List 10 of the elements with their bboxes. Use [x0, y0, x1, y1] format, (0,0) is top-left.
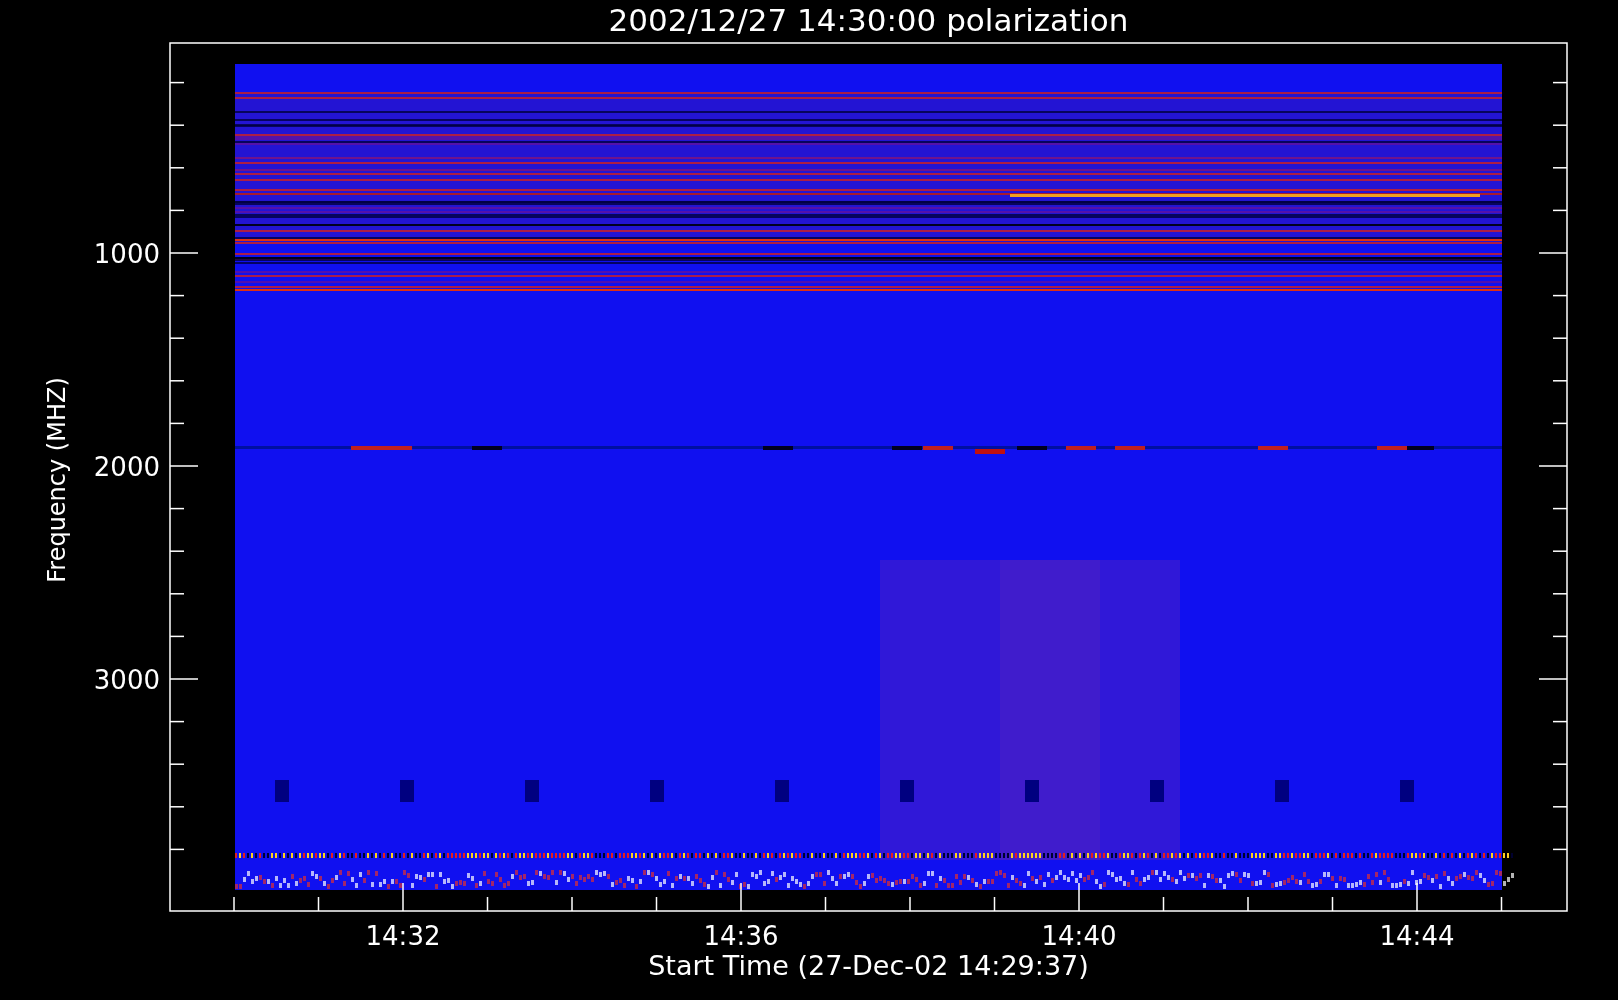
x-tick-label: 14:44	[1379, 921, 1455, 951]
y-tick-label: 2000	[93, 452, 160, 482]
y-tick-label: 1000	[93, 239, 160, 269]
x-tick-label: 14:36	[703, 921, 779, 951]
y-axis-label: Frequency (MHZ)	[43, 377, 71, 583]
y-tick-label: 3000	[93, 665, 160, 695]
x-tick-label: 14:32	[365, 921, 441, 951]
x-axis-label: Start Time (27-Dec-02 14:29:37)	[648, 950, 1089, 981]
x-tick-label: 14:40	[1041, 921, 1117, 951]
chart-title: 2002/12/27 14:30:00 polarization	[608, 2, 1129, 38]
